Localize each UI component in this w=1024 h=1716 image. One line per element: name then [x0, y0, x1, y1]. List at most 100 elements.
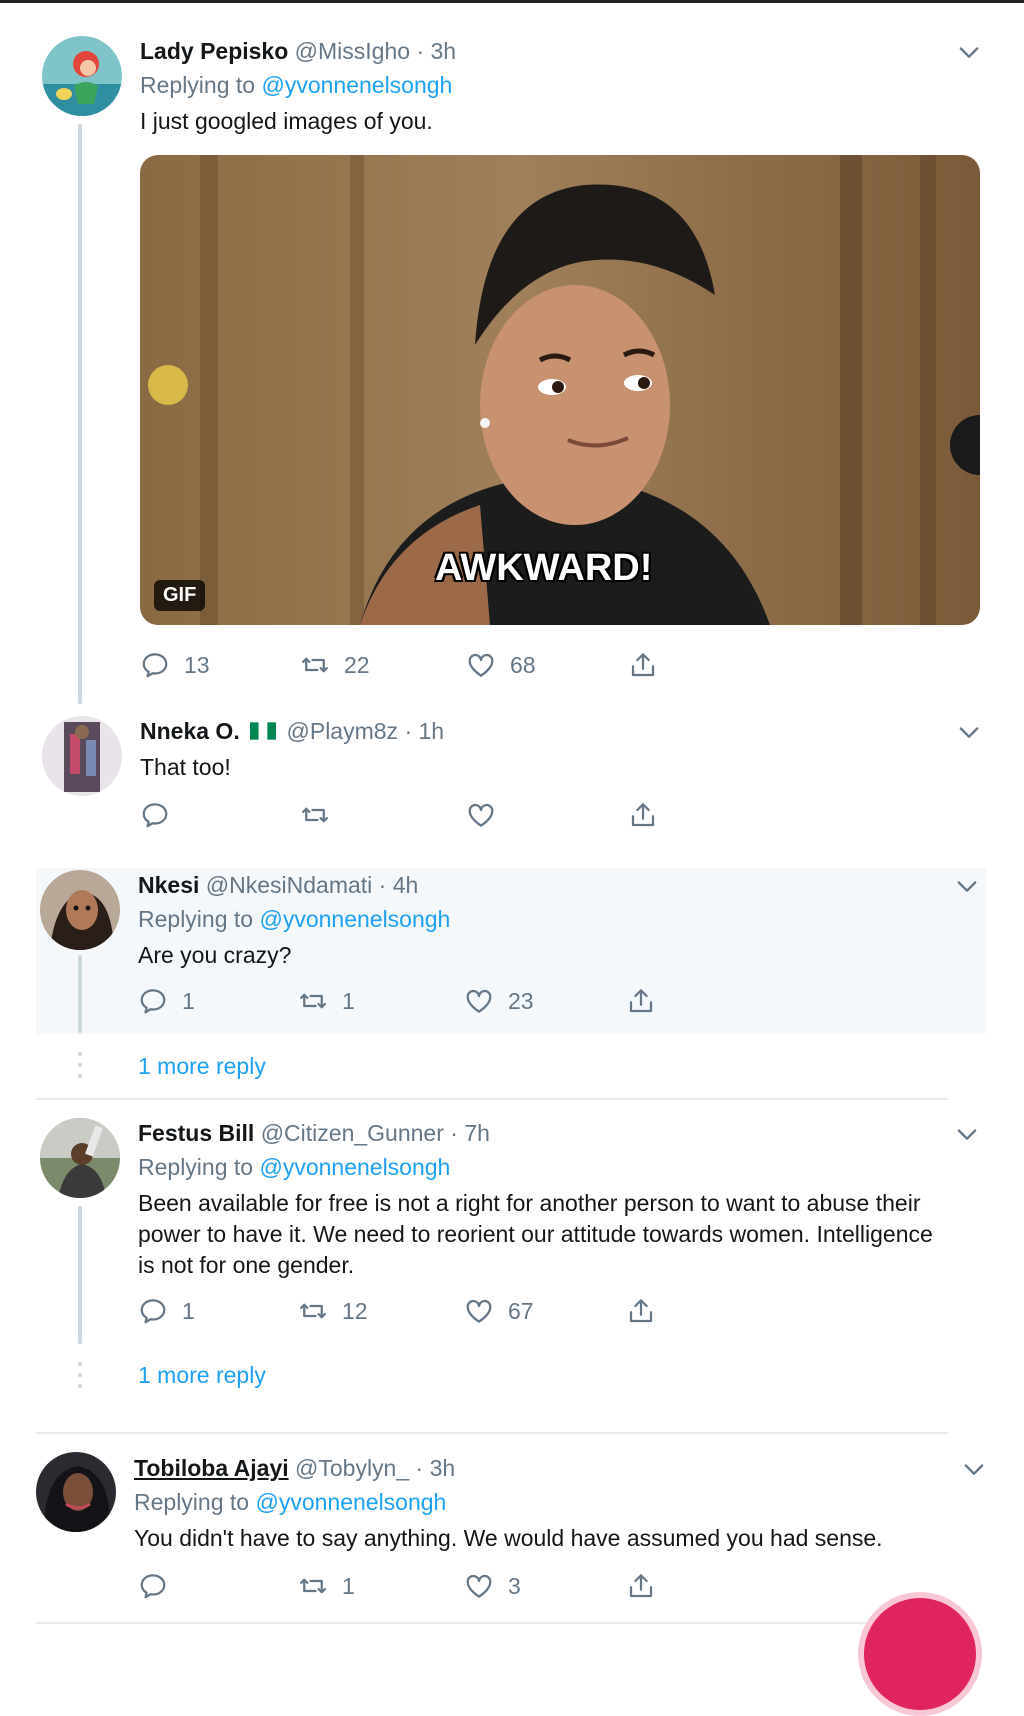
retweet-icon — [300, 800, 330, 830]
share-icon — [626, 986, 656, 1016]
replying-to: Replying to @yvonnenelsongh — [134, 1489, 446, 1516]
like-count: 23 — [508, 987, 534, 1014]
retweet-button[interactable]: 1 — [298, 1571, 355, 1601]
avatar[interactable] — [42, 36, 122, 116]
replying-to-label: Replying to — [138, 906, 254, 932]
reply-icon — [140, 650, 170, 680]
author-name[interactable]: Festus Bill — [138, 1120, 254, 1146]
reply-icon — [138, 986, 168, 1016]
reply-button[interactable]: 1 — [138, 986, 195, 1016]
chevron-down-icon[interactable] — [953, 1120, 981, 1148]
more-replies-link[interactable]: 1 more reply — [138, 1362, 266, 1389]
like-button[interactable] — [466, 800, 510, 830]
reply-button[interactable]: 1 — [138, 1296, 195, 1326]
replying-to-label: Replying to — [140, 72, 256, 98]
share-icon — [626, 1571, 656, 1601]
author-name[interactable]: Lady Pepisko — [140, 38, 288, 64]
replying-to: Replying to @yvonnenelsongh — [140, 72, 452, 99]
chevron-down-icon[interactable] — [953, 872, 981, 900]
tweet-actions: 1 12 67 — [138, 1296, 678, 1332]
gif-media[interactable]: AWKWARD! GIF — [140, 155, 980, 625]
tweet-actions — [140, 800, 680, 836]
tweet-header: Tobiloba Ajayi @Tobylyn_ · 3h — [134, 1455, 455, 1482]
like-button[interactable]: 68 — [466, 650, 536, 680]
timestamp[interactable]: · 1h — [404, 718, 444, 744]
tweet-actions: 1 1 23 — [138, 986, 678, 1022]
reply-icon — [140, 800, 170, 830]
heart-icon — [464, 1571, 494, 1601]
like-count: 3 — [508, 1572, 521, 1599]
like-count: 67 — [508, 1297, 534, 1324]
tweet-text: Are you crazy? — [138, 942, 292, 968]
reply-button[interactable]: 13 — [140, 650, 210, 680]
retweet-count: 1 — [342, 987, 355, 1014]
retweet-count: 1 — [342, 1572, 355, 1599]
share-button[interactable] — [628, 650, 658, 680]
more-replies-link[interactable]: 1 more reply — [138, 1053, 266, 1080]
share-button[interactable] — [628, 800, 658, 830]
share-icon — [628, 800, 658, 830]
author-handle[interactable]: @Citizen_Gunner — [261, 1120, 444, 1146]
author-handle[interactable]: @NkesiNdamati — [206, 872, 373, 898]
share-icon — [626, 1296, 656, 1326]
retweet-button[interactable]: 12 — [298, 1296, 368, 1326]
avatar[interactable] — [40, 1118, 120, 1198]
replying-to-link[interactable]: @yvonnenelsongh — [255, 1489, 446, 1515]
like-button[interactable]: 23 — [464, 986, 534, 1016]
replying-to-link[interactable]: @yvonnenelsongh — [259, 906, 450, 932]
replying-to-label: Replying to — [138, 1154, 254, 1180]
reply-count: 1 — [182, 987, 195, 1014]
nigeria-flag-icon — [250, 722, 277, 740]
divider — [36, 1098, 948, 1100]
retweet-button[interactable] — [300, 800, 344, 830]
reply-button[interactable] — [138, 1571, 182, 1601]
like-button[interactable]: 67 — [464, 1296, 534, 1326]
tweet-text: I just googled images of you. — [140, 108, 433, 134]
tweet-text: You didn't have to say anything. We woul… — [134, 1525, 883, 1551]
gif-caption: AWKWARD! — [435, 547, 653, 589]
heart-icon — [464, 1296, 494, 1326]
author-handle[interactable]: @Playm8z — [287, 718, 399, 744]
tweet-text: That too! — [140, 754, 231, 780]
compose-fab-button[interactable] — [858, 1592, 982, 1716]
author-name[interactable]: Nkesi — [138, 872, 199, 898]
timestamp[interactable]: · 3h — [416, 38, 456, 64]
author-handle[interactable]: @MissIgho — [295, 38, 410, 64]
retweet-icon — [300, 650, 330, 680]
share-button[interactable] — [626, 986, 656, 1016]
avatar[interactable] — [36, 1452, 116, 1532]
heart-icon — [466, 800, 496, 830]
retweet-button[interactable]: 1 — [298, 986, 355, 1016]
timestamp[interactable]: · 4h — [379, 872, 419, 898]
author-name[interactable]: Nneka O. — [140, 718, 240, 744]
avatar[interactable] — [40, 870, 120, 950]
retweet-button[interactable]: 22 — [300, 650, 370, 680]
chevron-down-icon[interactable] — [960, 1455, 988, 1483]
thread-line — [78, 124, 82, 704]
chevron-down-icon[interactable] — [955, 718, 983, 746]
tweet-header: Festus Bill @Citizen_Gunner · 7h — [138, 1120, 490, 1147]
retweet-icon — [298, 986, 328, 1016]
timestamp[interactable]: · 3h — [416, 1455, 456, 1481]
tweet-header: Lady Pepisko @MissIgho · 3h — [140, 38, 456, 65]
like-button[interactable]: 3 — [464, 1571, 521, 1601]
author-handle[interactable]: @Tobylyn_ — [295, 1455, 409, 1481]
share-button[interactable] — [626, 1571, 656, 1601]
retweet-icon — [298, 1296, 328, 1326]
reply-count: 13 — [184, 651, 210, 678]
replying-to: Replying to @yvonnenelsongh — [138, 1154, 450, 1181]
author-name[interactable]: Tobiloba Ajayi — [134, 1455, 289, 1481]
replying-to-link[interactable]: @yvonnenelsongh — [261, 72, 452, 98]
reply-count: 1 — [182, 1297, 195, 1324]
replying-to-link[interactable]: @yvonnenelsongh — [259, 1154, 450, 1180]
avatar[interactable] — [42, 716, 122, 796]
like-count: 68 — [510, 651, 536, 678]
share-button[interactable] — [626, 1296, 656, 1326]
chevron-down-icon[interactable] — [955, 38, 983, 66]
timestamp[interactable]: · 7h — [450, 1120, 490, 1146]
reply-icon — [138, 1571, 168, 1601]
reply-button[interactable] — [140, 800, 184, 830]
thread-line — [78, 955, 82, 1033]
thread-dots — [78, 1052, 82, 1085]
tweet-header: Nneka O. @Playm8z · 1h — [140, 718, 444, 745]
